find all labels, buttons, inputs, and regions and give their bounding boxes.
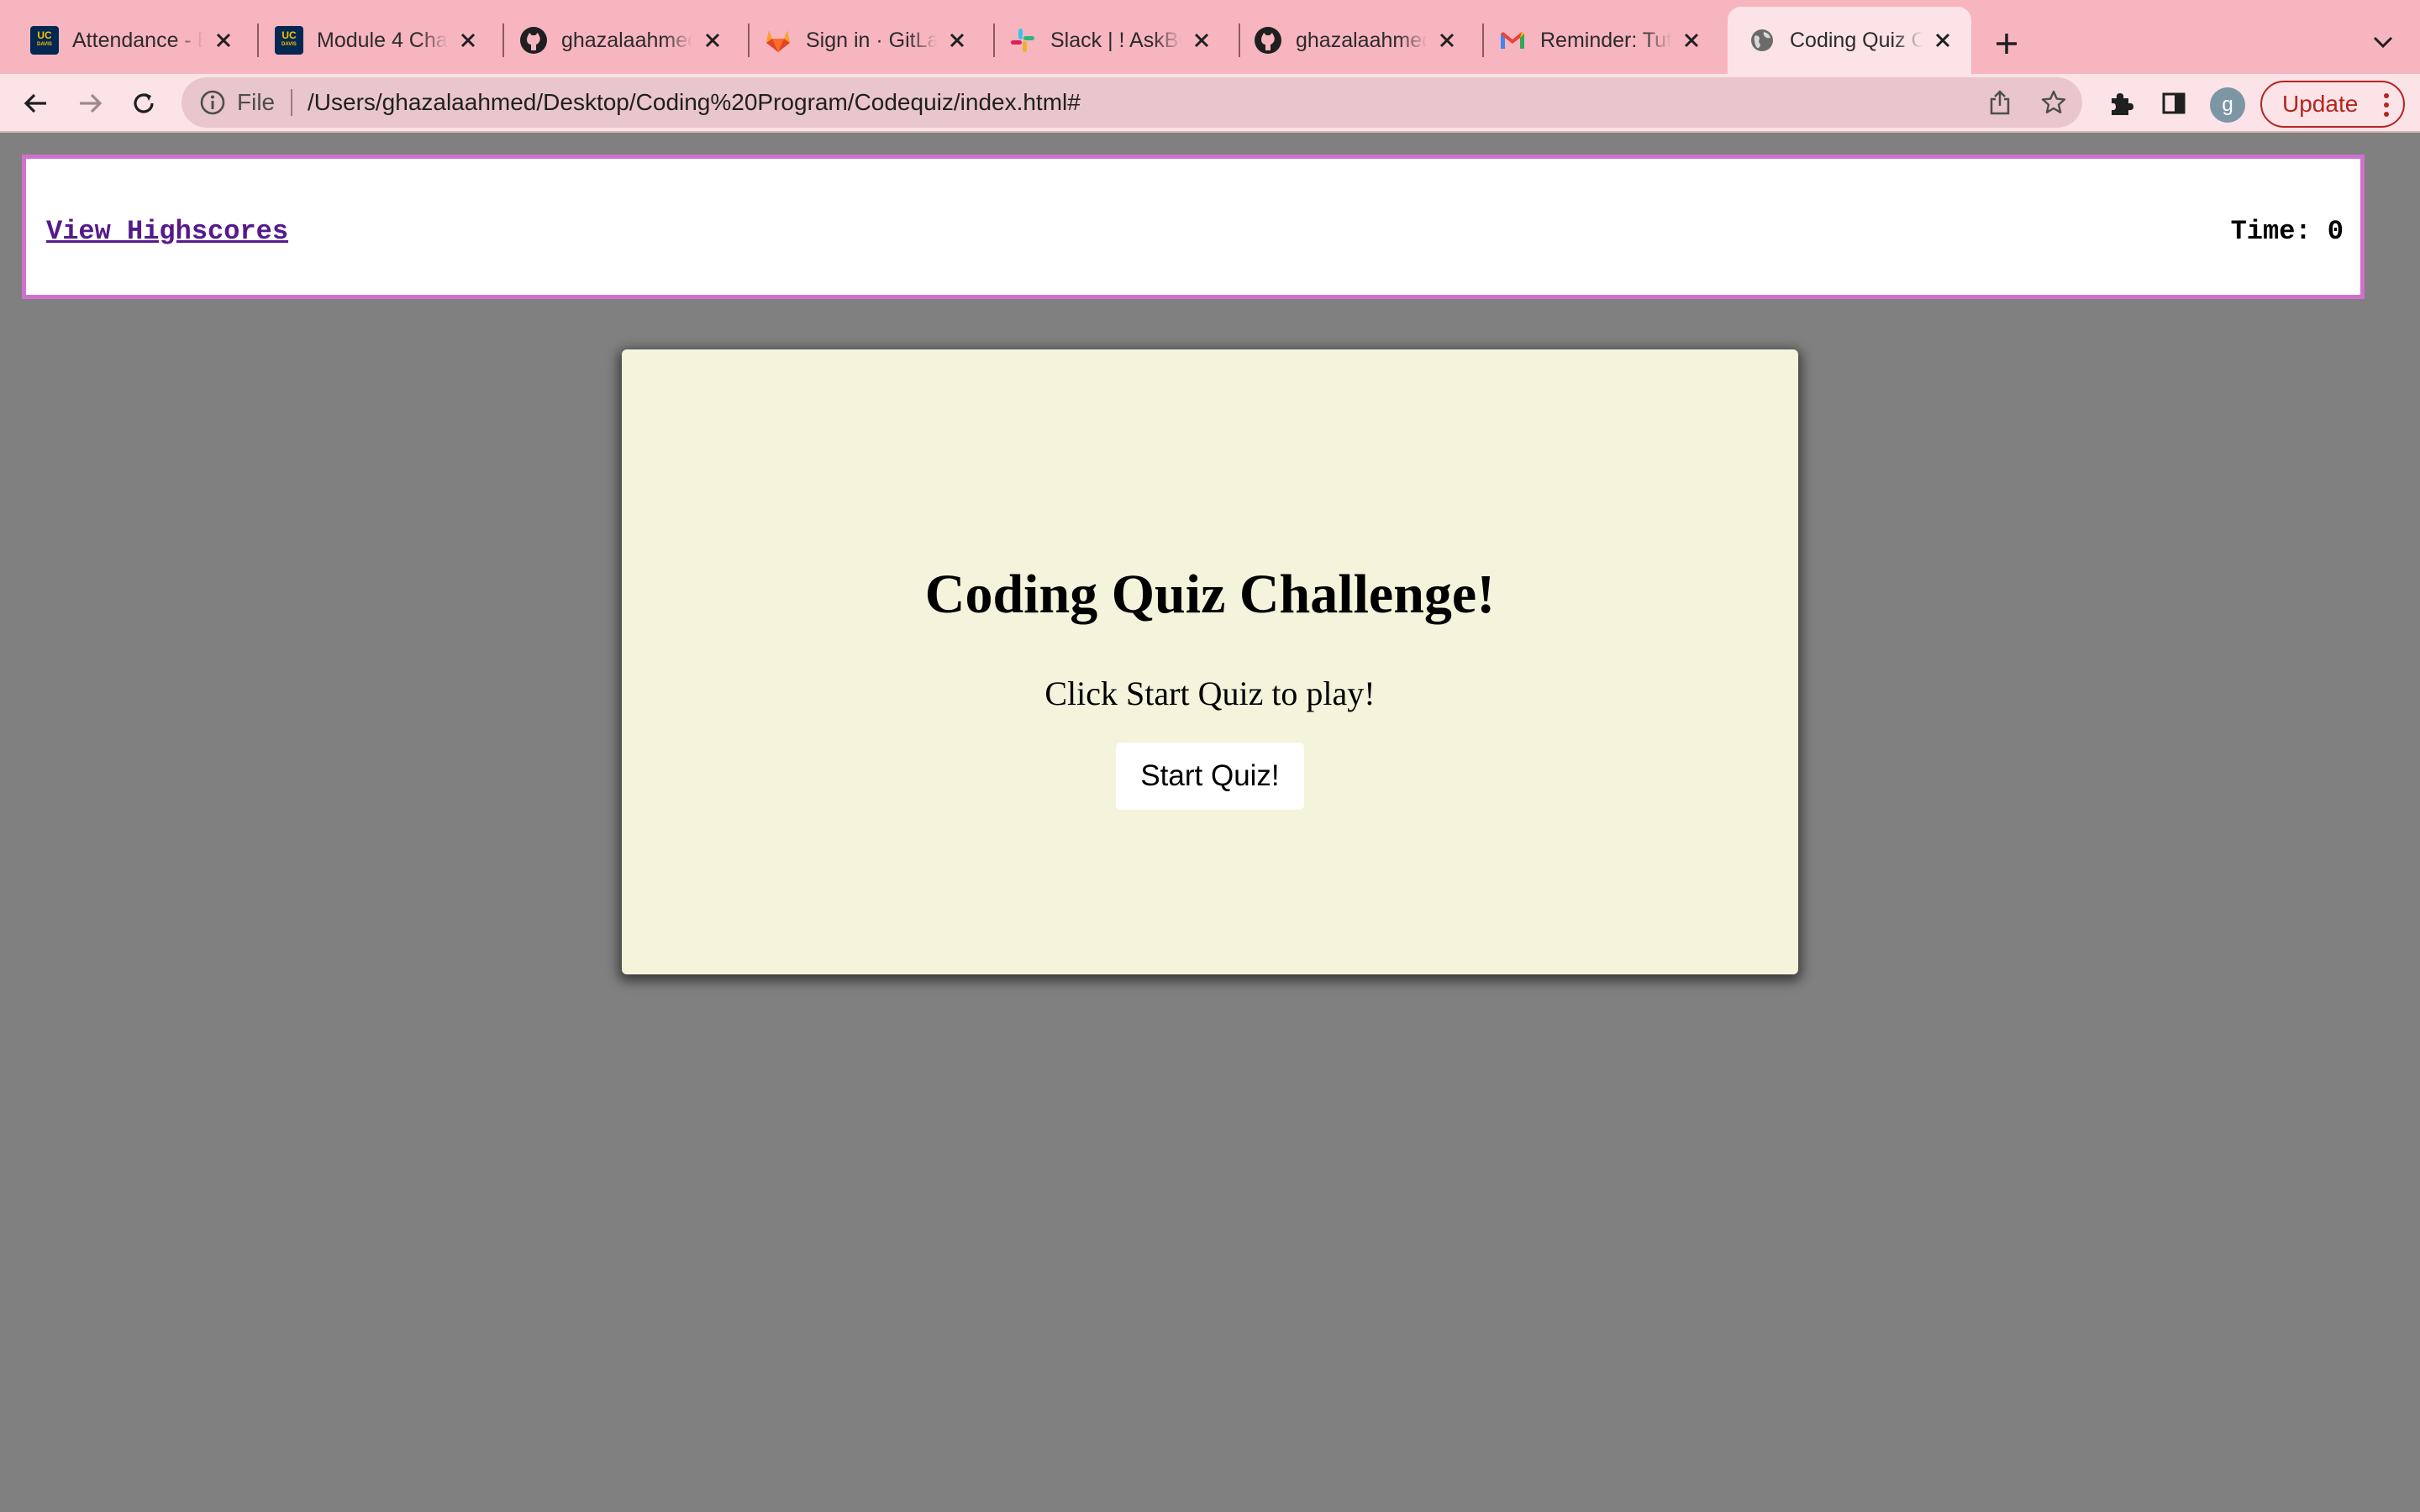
share-icon[interactable] (1985, 87, 2015, 118)
forward-button[interactable] (69, 82, 111, 124)
tab-strip: UC DAVIS Attendance - B UC DAVIS Module 4 … (0, 0, 2420, 74)
view-highscores-link[interactable]: View Highscores (46, 216, 288, 247)
address-bar[interactable]: File /Users/ghazalaahmed/Desktop/Coding%… (182, 77, 2082, 128)
tab-module-4[interactable]: UCDAVIS Module 4 Challenge (245, 7, 497, 74)
time-label: Time: (2230, 216, 2312, 247)
arrow-left-icon (24, 93, 46, 113)
tab-title: Slack | ! AskBCS (1050, 28, 1181, 52)
github-icon (1254, 26, 1282, 55)
chevron-down-icon (2373, 36, 2393, 49)
close-icon[interactable] (1931, 29, 1954, 52)
new-tab-button[interactable] (1985, 22, 2028, 66)
close-icon[interactable] (456, 29, 480, 52)
update-label: Update (2282, 91, 2359, 117)
back-button[interactable] (15, 82, 57, 124)
arrow-right-icon (80, 93, 103, 113)
page-header: View Highscores Time: 0 (22, 155, 2365, 299)
github-icon (519, 26, 548, 55)
tab-attendance[interactable]: UC DAVIS Attendance - B (0, 7, 252, 74)
scheme-label: File (237, 89, 276, 115)
tab-gmail[interactable]: Reminder: Tutor (1468, 7, 1720, 74)
ucdavis-logo-icon: UC DAVIS (30, 26, 59, 55)
tab-title: Reminder: Tutor (1540, 28, 1671, 52)
reload-button[interactable] (123, 82, 165, 124)
close-icon[interactable] (701, 29, 724, 52)
close-icon[interactable] (1435, 29, 1459, 52)
globe-icon (1748, 26, 1776, 55)
time-value: 0 (2327, 216, 2344, 247)
tab-slack[interactable]: Slack | ! AskBCS (978, 7, 1230, 74)
tab-title: ghazalaahmed (561, 28, 692, 52)
slack-icon (1008, 26, 1037, 55)
tab-coding-quiz[interactable]: Coding Quiz Challenge (1728, 7, 1971, 74)
close-icon[interactable] (1680, 29, 1703, 52)
address-separator (291, 89, 292, 116)
quiz-title: Coding Quiz Challenge! (924, 564, 1496, 625)
tab-github-1[interactable]: ghazalaahmed (489, 7, 741, 74)
tab-title: Coding Quiz Challenge (1790, 28, 1923, 52)
side-panel-icon[interactable] (2153, 82, 2195, 124)
ucdavis-logo-icon: UC DAVIS (275, 26, 303, 55)
gitlab-icon (764, 26, 792, 55)
tab-title: Module 4 Challenge (317, 28, 448, 52)
tab-github-2[interactable]: ghazalaahmed (1223, 7, 1476, 74)
url-text[interactable]: /Users/ghazalaahmed/Desktop/Coding%20Pro… (308, 89, 1081, 116)
profile-avatar[interactable]: g (2210, 87, 2245, 123)
browser-toolbar: File /Users/ghazalaahmed/Desktop/Coding%… (0, 74, 2420, 133)
start-quiz-button[interactable]: Start Quiz! (1116, 743, 1304, 810)
tab-title: Sign in · GitLab (806, 28, 937, 52)
quiz-instructions: Click Start Quiz to play! (1044, 675, 1376, 712)
tab-title: Attendance - B (72, 28, 203, 52)
tab-search-button[interactable] (2365, 24, 2402, 60)
tab-gitlab[interactable]: Sign in · GitLab (734, 7, 986, 74)
plus-icon (1996, 34, 2017, 54)
reload-icon (134, 93, 154, 113)
update-button[interactable]: Update (2260, 81, 2405, 128)
close-icon[interactable] (1190, 29, 1213, 52)
gmail-icon (1498, 26, 1527, 55)
tab-title: ghazalaahmed (1296, 28, 1427, 52)
more-vert-icon (2384, 93, 2389, 117)
close-icon[interactable] (945, 29, 969, 52)
bookmark-star-icon[interactable] (2039, 87, 2069, 118)
timer: Time: 0 (2231, 216, 2344, 247)
quiz-card: Coding Quiz Challenge! Click Start Quiz … (622, 349, 1798, 974)
info-icon[interactable] (198, 88, 227, 117)
extensions-icon[interactable] (2099, 82, 2141, 124)
close-icon[interactable] (212, 29, 235, 52)
